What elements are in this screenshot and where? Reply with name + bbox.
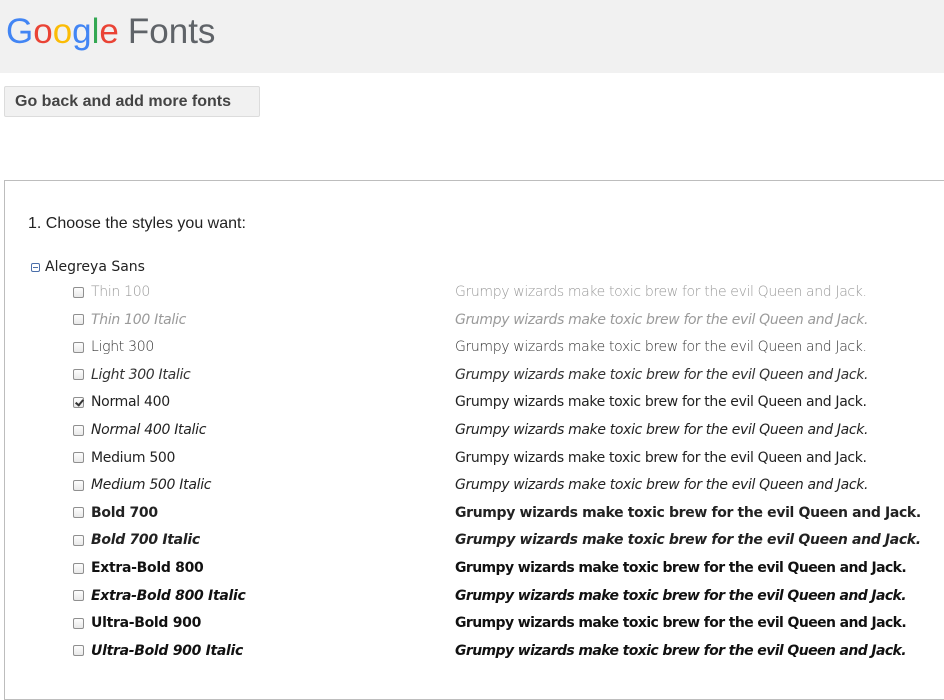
style-sample-text: Grumpy wizards make toxic brew for the e… [455, 587, 907, 604]
step-title: 1. Choose the styles you want: [28, 215, 246, 232]
style-label: Normal 400 [91, 394, 170, 411]
style-label: Medium 500 [91, 449, 176, 466]
style-label: Ultra-Bold 900 Italic [91, 642, 244, 659]
style-checkbox[interactable] [73, 507, 84, 519]
style-sample-text: Grumpy wizards make toxic brew for the e… [455, 615, 907, 632]
style-label: Normal 400 Italic [91, 422, 207, 438]
style-row[interactable]: Bold 700 Grumpy wizards make toxic brew f… [73, 502, 933, 524]
app-header: Google Fonts [0, 0, 944, 73]
style-checkbox[interactable] [73, 452, 84, 464]
style-label: Thin 100 Italic [91, 311, 186, 328]
style-sample-text: Grumpy wizards make toxic brew for the e… [455, 477, 869, 494]
style-sample-text: Grumpy wizards make toxic brew for the e… [455, 642, 907, 659]
logo-letter: o [33, 12, 53, 51]
style-row[interactable]: Light 300 Grumpy wizards make toxic brew … [73, 336, 933, 358]
style-sample-text: Grumpy wizards make toxic brew for the e… [455, 339, 867, 356]
style-sample-text: Grumpy wizards make toxic brew for the e… [455, 366, 869, 383]
style-row[interactable]: Light 300 Italic Grumpy wizards make toxi… [73, 364, 933, 386]
style-sample-text: Grumpy wizards make toxic brew for the e… [455, 422, 869, 438]
style-selection-panel: 1. Choose the styles you want: Alegreya … [4, 180, 944, 700]
style-row[interactable]: Normal 400 Italic Grumpy wizards make tox… [73, 419, 933, 441]
style-sample-text: Grumpy wizards make toxic brew for the e… [455, 284, 867, 300]
logo-letter: e [99, 12, 119, 51]
style-row[interactable]: Ultra-Bold 900 Grumpy wizards make toxic … [73, 612, 933, 634]
logo-letter: G [6, 12, 34, 51]
style-sample-text: Grumpy wizards make toxic brew for the e… [455, 560, 907, 576]
style-row[interactable]: Medium 500 Italic Grumpy wizards make tox… [73, 474, 933, 496]
style-checkbox[interactable] [73, 645, 84, 657]
style-row[interactable]: Ultra-Bold 900 Italic Grumpy wizards make… [73, 640, 933, 662]
style-row[interactable]: Medium 500 Grumpy wizards make toxic brew… [73, 447, 933, 469]
style-label: Thin 100 [91, 284, 150, 300]
google-fonts-logo[interactable]: Google Fonts [6, 10, 215, 54]
style-row[interactable]: Bold 700 Italic Grumpy wizards make toxic… [73, 529, 933, 551]
style-label: Extra-Bold 800 Italic [91, 587, 246, 604]
style-label: Ultra-Bold 900 [91, 615, 202, 632]
font-family-name: Alegreya Sans [45, 259, 145, 275]
style-checkbox[interactable] [73, 369, 84, 381]
style-checkbox[interactable] [73, 396, 84, 408]
style-sample-text: Grumpy wizards make toxic brew for the e… [455, 394, 867, 411]
font-family-header: Alegreya Sans [31, 259, 145, 275]
style-row[interactable]: Thin 100 Grumpy wizards make toxic brew f… [73, 281, 933, 303]
style-checkbox[interactable] [73, 424, 84, 436]
style-checkbox[interactable] [73, 562, 84, 574]
style-row[interactable]: Thin 100 Italic Grumpy wizards make toxic… [73, 309, 933, 331]
style-label: Medium 500 Italic [91, 477, 212, 494]
style-label: Bold 700 Italic [91, 532, 200, 549]
style-label: Bold 700 [91, 504, 158, 521]
logo-suffix: Fonts [127, 12, 216, 51]
logo-letter: g [72, 12, 92, 51]
style-sample-text: Grumpy wizards make toxic brew for the e… [455, 449, 867, 466]
style-checkbox[interactable] [73, 314, 84, 326]
go-back-button[interactable]: Go back and add more fonts [4, 86, 260, 117]
collapse-icon[interactable] [31, 262, 40, 272]
style-sample-text: Grumpy wizards make toxic brew for the e… [455, 532, 921, 549]
style-label: Light 300 Italic [91, 366, 191, 383]
style-row[interactable]: Normal 400 Grumpy wizards make toxic brew… [73, 391, 933, 413]
style-row[interactable]: Extra-Bold 800 Italic Grumpy wizards make… [73, 585, 933, 607]
style-row[interactable]: Extra-Bold 800 Grumpy wizards make toxic … [73, 557, 933, 579]
style-checkbox[interactable] [73, 617, 84, 629]
style-checkbox[interactable] [73, 590, 84, 602]
style-sample-text: Grumpy wizards make toxic brew for the e… [455, 311, 869, 328]
style-label: Extra-Bold 800 [91, 560, 204, 576]
style-checkbox[interactable] [73, 286, 84, 298]
logo-letter: o [52, 12, 73, 51]
style-checkbox[interactable] [73, 534, 84, 546]
style-checkbox[interactable] [73, 341, 84, 353]
style-checkbox[interactable] [73, 479, 84, 491]
logo-word: Google [6, 10, 119, 54]
style-sample-text: Grumpy wizards make toxic brew for the e… [455, 504, 921, 521]
style-label: Light 300 [91, 339, 154, 356]
